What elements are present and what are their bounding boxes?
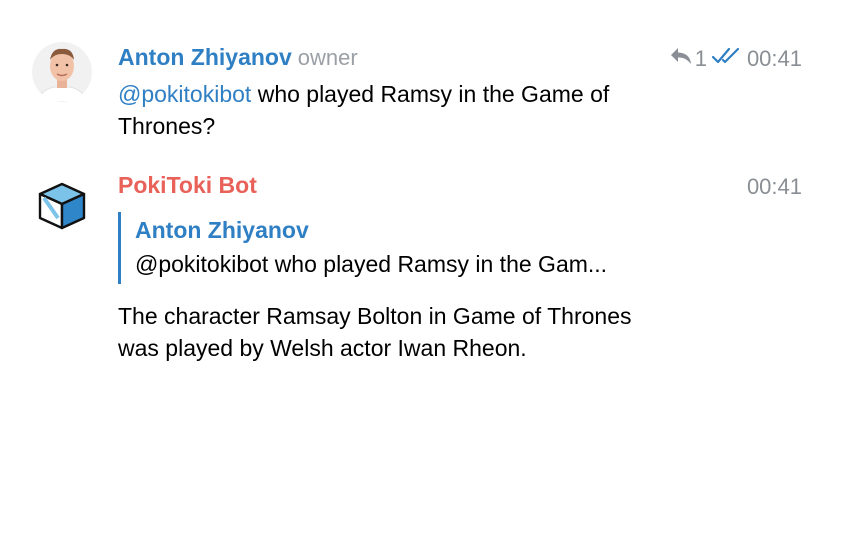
- quote-author: Anton Zhiyanov: [135, 217, 309, 243]
- message-header: PokiToki Bot: [118, 172, 678, 202]
- message-content: PokiToki Bot Anton Zhiyanov @pokitokibot…: [118, 172, 678, 364]
- avatar-bot[interactable]: [32, 176, 92, 236]
- quote-text: @pokitokibot who played Ramsy in the Gam…: [135, 251, 608, 277]
- double-check-icon: [711, 46, 743, 72]
- reply-quote[interactable]: Anton Zhiyanov @pokitokibot who played R…: [118, 212, 678, 284]
- mention-link[interactable]: @pokitokibot: [118, 81, 251, 107]
- message-content: Anton Zhiyanov owner @pokitokibot who pla…: [118, 44, 678, 142]
- message-header: Anton Zhiyanov owner: [118, 44, 678, 74]
- message-text: The character Ramsay Bolton in Game of T…: [118, 303, 632, 361]
- author-name[interactable]: PokiToki Bot: [118, 172, 257, 198]
- reply-arrow-icon[interactable]: [669, 46, 693, 72]
- avatar-anton[interactable]: [32, 42, 92, 102]
- author-role: owner: [297, 45, 358, 70]
- message-time: 00:41: [746, 174, 802, 199]
- message-meta: 1 00:41: [669, 46, 802, 72]
- user-avatar-icon: [32, 42, 92, 102]
- message-meta: 00:41: [747, 174, 802, 200]
- message-text: @pokitokibot who played Ramsy in the Gam…: [118, 78, 678, 142]
- reply-count[interactable]: 1: [695, 46, 707, 72]
- author-name[interactable]: Anton Zhiyanov: [118, 44, 292, 70]
- cube-icon: [38, 182, 86, 230]
- message-time: 00:41: [746, 46, 802, 71]
